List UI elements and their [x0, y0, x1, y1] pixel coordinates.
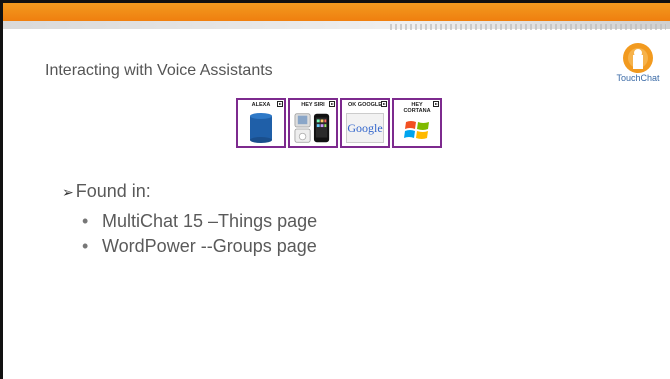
sub-bullet-list: MultiChat 15 –Things page WordPower --Gr…: [82, 209, 317, 259]
play-flag-icon: [277, 101, 283, 107]
ok-google-button[interactable]: OK GOOGLE Google: [340, 98, 390, 148]
voice-assistant-buttons: ALEXA HEY SIRI OK GOOGLE Google HEY CORT…: [236, 98, 446, 150]
logo-text: TouchChat: [616, 73, 660, 83]
windows-logo-icon: [398, 117, 436, 143]
touchchat-sun-icon: [623, 43, 653, 73]
alexa-button[interactable]: ALEXA: [236, 98, 286, 148]
apple-devices-icon: [294, 113, 332, 143]
touchchat-logo: TouchChat: [612, 41, 664, 91]
hey-cortana-button[interactable]: HEY CORTANA: [392, 98, 442, 148]
arrow-bullet-icon: ➢: [62, 184, 74, 200]
sub-bullet-item: MultiChat 15 –Things page: [82, 209, 317, 234]
hey-siri-button[interactable]: HEY SIRI: [288, 98, 338, 148]
slide-title: Interacting with Voice Assistants: [45, 62, 273, 79]
bullet-main: ➢ Found in:: [62, 180, 317, 203]
alexa-cylinder-icon: [242, 113, 280, 143]
bullet-list: ➢Found in: MultiChat 15 –Things page Wor…: [62, 180, 317, 259]
bullet-main-text: Found in:: [75, 181, 151, 201]
header-orange-band: [3, 3, 670, 21]
left-border: [0, 0, 3, 379]
google-logo-icon: Google: [346, 113, 384, 143]
header-stripes: [390, 24, 666, 30]
sub-bullet-item: WordPower --Groups page: [82, 234, 317, 259]
slide: Interacting with Voice Assistants TouchC…: [0, 0, 670, 379]
google-logo-text: Google: [347, 120, 383, 135]
play-flag-icon: [329, 101, 335, 107]
play-flag-icon: [433, 101, 439, 107]
play-flag-icon: [381, 101, 387, 107]
